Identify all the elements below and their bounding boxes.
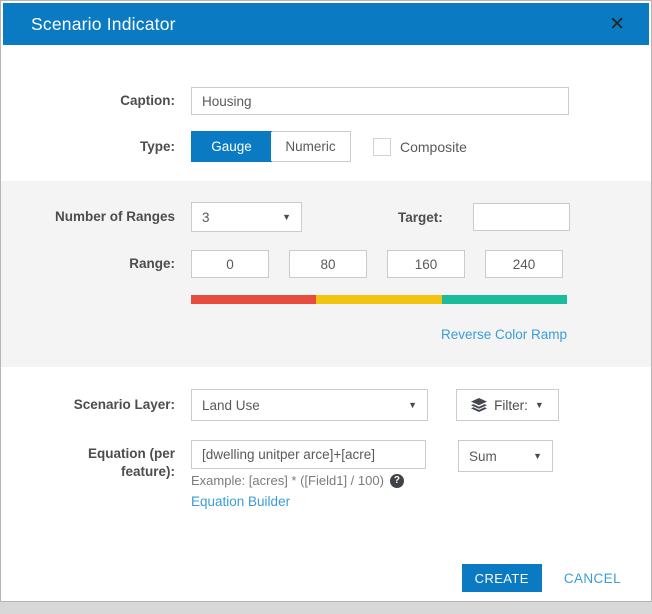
reverse-ramp-row: Reverse Color Ramp: [1, 326, 651, 344]
caption-label: Caption:: [1, 92, 191, 110]
caret-down-icon: ▼: [408, 401, 417, 410]
ranges-section: Number of Ranges 3 ▼ Target: Range:: [1, 181, 651, 367]
scenario-layer-row: Scenario Layer: Land Use ▼ Filter: ▼: [1, 389, 651, 421]
equation-label: Equation (per feature):: [1, 440, 191, 480]
number-of-ranges-select[interactable]: 3 ▼: [191, 202, 302, 232]
aggregation-value: Sum: [469, 449, 497, 464]
reverse-color-ramp-link[interactable]: Reverse Color Ramp: [441, 327, 567, 342]
equation-row: Equation (per feature): Example: [acres]…: [1, 440, 651, 511]
type-row: Type: Gauge Numeric Composite: [1, 131, 651, 162]
number-of-ranges-label: Number of Ranges: [1, 208, 191, 226]
layers-icon: [471, 398, 487, 412]
equation-builder-link[interactable]: Equation Builder: [191, 494, 290, 509]
range-row: Range:: [1, 250, 651, 278]
dialog-title: Scenario Indicator: [31, 14, 176, 35]
number-of-ranges-value: 3: [202, 210, 210, 225]
composite-checkbox[interactable]: [373, 138, 391, 156]
aggregation-select[interactable]: Sum ▼: [458, 440, 553, 472]
scenario-layer-value: Land Use: [202, 398, 260, 413]
layer-equation-section: Scenario Layer: Land Use ▼ Filter: ▼: [1, 367, 651, 511]
general-section: Caption: Type: Gauge Numeric Composite: [1, 45, 651, 162]
equation-label-line1: Equation (per: [1, 445, 175, 463]
target-label: Target:: [398, 210, 443, 225]
color-ramp: [191, 295, 567, 304]
equation-label-line2: feature):: [1, 463, 175, 481]
scenario-layer-select[interactable]: Land Use ▼: [191, 389, 428, 421]
equation-example-text: Example: [acres] * ([Field1] / 100): [191, 473, 384, 488]
target-input[interactable]: [473, 203, 570, 231]
caret-down-icon: ▼: [533, 452, 542, 461]
number-of-ranges-row: Number of Ranges 3 ▼ Target:: [1, 202, 651, 232]
filter-label: Filter:: [494, 398, 528, 413]
scenario-indicator-dialog: Scenario Indicator ✕ Caption: Type: Gaug…: [0, 0, 652, 602]
composite-field: Composite: [373, 138, 467, 156]
close-icon[interactable]: ✕: [605, 13, 629, 36]
range-inputs: [191, 250, 563, 278]
range-input-4[interactable]: [485, 250, 563, 278]
reverse-link-wrap: Reverse Color Ramp: [191, 326, 567, 344]
type-label: Type:: [1, 138, 191, 156]
ramp-segment-yellow: [316, 295, 441, 304]
cancel-button[interactable]: CANCEL: [564, 571, 621, 586]
scenario-layer-label: Scenario Layer:: [1, 396, 191, 414]
filter-dropdown-button[interactable]: Filter: ▼: [456, 389, 559, 421]
range-input-1[interactable]: [191, 250, 269, 278]
equation-example-line: Example: [acres] * ([Field1] / 100) ?: [191, 473, 426, 488]
range-input-2[interactable]: [289, 250, 367, 278]
equation-field-column: Example: [acres] * ([Field1] / 100) ? Eq…: [191, 440, 426, 511]
dialog-header: Scenario Indicator ✕: [3, 3, 649, 45]
composite-label: Composite: [400, 139, 467, 155]
range-label: Range:: [1, 255, 191, 273]
equation-builder-line: Equation Builder: [191, 493, 426, 511]
color-ramp-row: [1, 295, 651, 304]
type-option-gauge[interactable]: Gauge: [191, 131, 272, 162]
ramp-segment-green: [442, 295, 567, 304]
caret-down-icon: ▼: [535, 401, 544, 410]
type-option-numeric[interactable]: Numeric: [271, 132, 350, 161]
dialog-footer: CREATE CANCEL: [462, 564, 621, 592]
type-segmented-control: Gauge Numeric: [191, 131, 351, 162]
equation-input[interactable]: [191, 440, 426, 469]
caption-input[interactable]: [191, 87, 569, 115]
create-button[interactable]: CREATE: [462, 564, 542, 592]
caption-row: Caption:: [1, 87, 651, 115]
caret-down-icon: ▼: [282, 213, 291, 222]
ramp-segment-red: [191, 295, 316, 304]
range-input-3[interactable]: [387, 250, 465, 278]
help-icon[interactable]: ?: [390, 474, 404, 488]
